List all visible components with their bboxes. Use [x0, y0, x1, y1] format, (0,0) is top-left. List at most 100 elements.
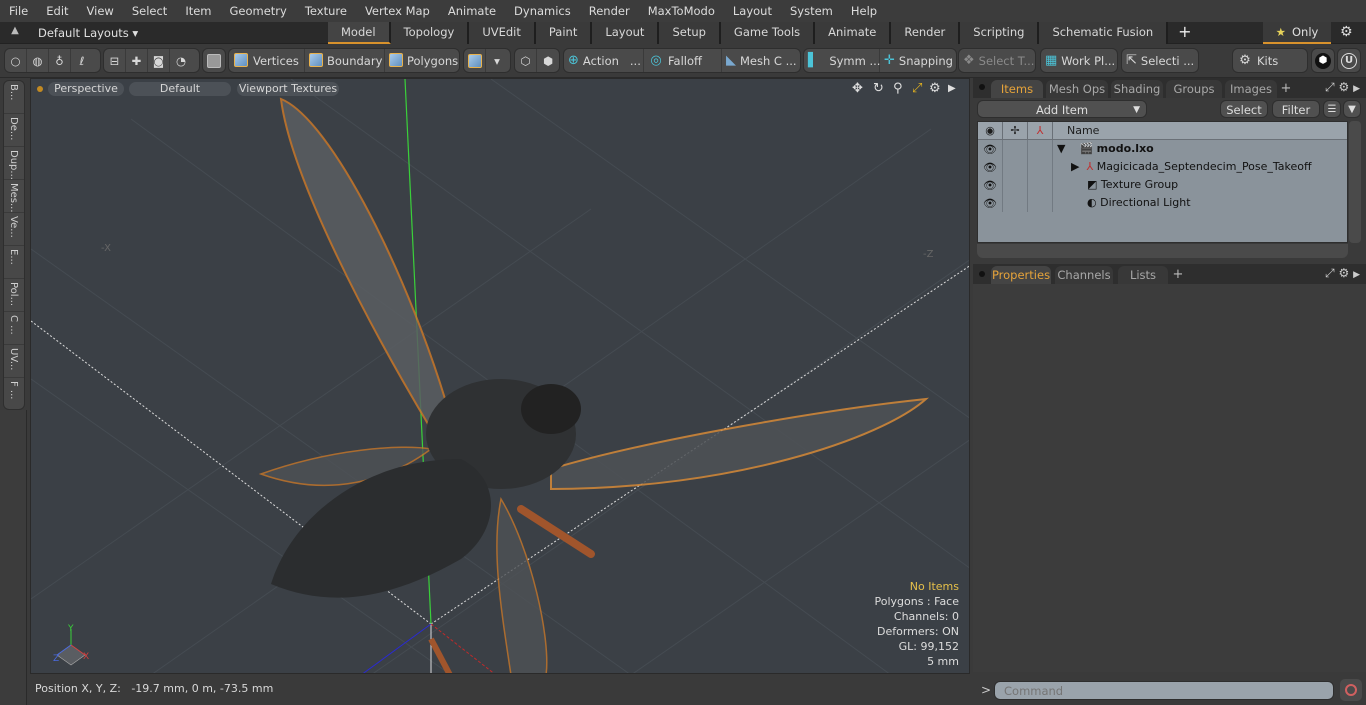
default-layouts-dropdown[interactable]: Default Layouts ▾ — [38, 22, 138, 44]
rotate-view-icon[interactable]: ↻ — [873, 81, 884, 96]
tab-render[interactable]: Render — [891, 22, 961, 44]
tab-uvedit[interactable]: UVEdit — [469, 22, 536, 44]
menu-file[interactable]: File — [0, 0, 37, 22]
panel-gear-icon[interactable]: ⚙ — [1338, 266, 1349, 280]
tab-schematic-fusion[interactable]: Schematic Fusion — [1039, 22, 1169, 44]
list-item[interactable]: 👁 ▶ ⅄ Magicicada_Septendecim_Pose_Takeof… — [978, 158, 1347, 176]
zoom-view-icon[interactable]: ⚲ — [893, 81, 903, 96]
sidetab-uv[interactable]: UV... — [4, 345, 24, 378]
chevron-down-icon[interactable]: ▾ — [486, 49, 508, 72]
move-tool-icon[interactable]: ✚ — [126, 49, 148, 72]
tab-images[interactable]: Images — [1225, 80, 1277, 98]
unreal-icon[interactable]: U — [1338, 49, 1360, 72]
falloff-button[interactable]: ◎ Falloff — [644, 49, 722, 72]
maximize-icon[interactable]: ⤢ — [912, 81, 922, 96]
tab-properties[interactable]: Properties — [991, 266, 1051, 284]
sidetab-edge[interactable]: E... — [4, 246, 24, 279]
shading-default-button[interactable]: Default — [129, 82, 231, 96]
3d-viewport[interactable]: -X -Z Y X Z Perspective Default Viewport… — [30, 78, 970, 674]
menu-view[interactable]: View — [78, 0, 123, 22]
sidetab-curve[interactable]: C ... — [4, 312, 24, 345]
panel-dot-icon[interactable] — [979, 271, 985, 277]
eye-icon[interactable]: 👁 — [978, 176, 1003, 194]
boundary-button[interactable]: Boundary — [305, 49, 385, 72]
expand-arrow-icon[interactable]: ▶ — [1071, 160, 1079, 173]
eye-icon[interactable]: 👁 — [978, 140, 1003, 158]
cube-kit-icon[interactable]: ⬢ — [1312, 49, 1334, 72]
material-mode-icon[interactable] — [464, 49, 486, 72]
list-options-icon[interactable]: ☰ — [1323, 100, 1341, 118]
menu-render[interactable]: Render — [580, 0, 639, 22]
eye-icon[interactable]: 👁 — [978, 194, 1003, 212]
pivot-center-icon[interactable]: ⬡ — [515, 49, 537, 72]
collapse-up-icon[interactable]: ▲ — [8, 25, 22, 39]
select-button[interactable]: Select — [1220, 100, 1268, 118]
tab-animate[interactable]: Animate — [815, 22, 892, 44]
filter-button[interactable]: Filter — [1272, 100, 1320, 118]
tab-setup[interactable]: Setup — [659, 22, 721, 44]
add-panel-tab-icon[interactable]: + — [1279, 80, 1293, 98]
tab-model[interactable]: Model — [328, 22, 391, 44]
tab-scripting[interactable]: Scripting — [960, 22, 1040, 44]
menu-edit[interactable]: Edit — [37, 0, 77, 22]
name-column-header[interactable]: Name — [1053, 122, 1099, 139]
selection-sets-button[interactable]: ⇱ Selecti ... — [1122, 49, 1198, 72]
menu-item[interactable]: Item — [176, 0, 220, 22]
type-column-icon[interactable]: ⅄ — [1028, 122, 1053, 139]
add-tab-icon[interactable]: + — [1168, 22, 1201, 44]
mesh-constraint-button[interactable]: ◣ Mesh C ... — [722, 49, 800, 72]
panel-dot-icon[interactable] — [979, 84, 985, 90]
expand-arrow-icon[interactable]: ▼ — [1057, 142, 1065, 155]
tab-items[interactable]: Items — [991, 80, 1043, 98]
sidetab-deform[interactable]: De... — [4, 114, 24, 147]
tab-topology[interactable]: Topology — [390, 22, 470, 44]
sidetab-duplicate[interactable]: Dup... — [4, 147, 24, 180]
visibility-column-icon[interactable]: ◉ — [978, 122, 1003, 139]
polygons-button[interactable]: Polygons — [385, 49, 459, 72]
sidetab-polygon[interactable]: Pol... — [4, 279, 24, 312]
item-mode-icon[interactable] — [203, 49, 225, 72]
menu-layout[interactable]: Layout — [724, 0, 781, 22]
perspective-button[interactable]: Perspective — [48, 82, 124, 96]
tab-game-tools[interactable]: Game Tools — [720, 22, 816, 44]
pen-tool-icon[interactable]: ♁ — [49, 49, 71, 72]
work-plane-button[interactable]: ▦ Work Pl... — [1041, 49, 1117, 72]
viewport-status-dot[interactable] — [37, 86, 43, 92]
align-tool-icon[interactable]: ⊟ — [104, 49, 126, 72]
tab-lists[interactable]: Lists — [1118, 266, 1168, 284]
menu-select[interactable]: Select — [123, 0, 176, 22]
pan-icon[interactable]: ✥ — [852, 81, 863, 96]
select-through-button[interactable]: ❖ Select T... — [959, 49, 1035, 72]
list-item[interactable]: 👁 ◐ Directional Light — [978, 194, 1347, 212]
panel-arrow-icon[interactable]: ▶ — [1353, 84, 1360, 94]
add-panel-tab-icon[interactable]: + — [1171, 266, 1185, 284]
sidetab-mesh-edit[interactable]: Mes... — [4, 180, 24, 213]
tab-paint[interactable]: Paint — [535, 22, 593, 44]
viewport-textures-button[interactable]: Viewport Textures — [237, 82, 339, 96]
menu-texture[interactable]: Texture — [296, 0, 356, 22]
menu-geometry[interactable]: Geometry — [221, 0, 296, 22]
eye-icon[interactable]: 👁 — [978, 158, 1003, 176]
tab-mesh-ops[interactable]: Mesh Ops — [1046, 80, 1108, 98]
sphere-tool-icon[interactable]: ◍ — [27, 49, 49, 72]
menu-dynamics[interactable]: Dynamics — [505, 0, 580, 22]
tab-layout[interactable]: Layout — [592, 22, 660, 44]
expand-icon[interactable]: ⤢ — [1325, 80, 1335, 94]
item-list-scrollbar[interactable] — [1349, 121, 1361, 243]
vertices-button[interactable]: Vertices — [229, 49, 305, 72]
circle-tool-icon[interactable]: ○ — [5, 49, 27, 72]
list-item[interactable]: 👁 ▼ 🎬 modo.lxo — [978, 140, 1347, 158]
snapping-button[interactable]: ✛ Snapping — [880, 49, 956, 72]
gear-icon[interactable]: ⚙ — [1340, 24, 1353, 40]
panel-gear-icon[interactable]: ⚙ — [1338, 80, 1349, 94]
menu-vertex-map[interactable]: Vertex Map — [356, 0, 439, 22]
menu-help[interactable]: Help — [842, 0, 886, 22]
rotate-tool-icon[interactable]: ◔ — [170, 49, 192, 72]
viewport-gear-icon[interactable]: ⚙ — [929, 81, 941, 96]
panel-arrow-icon[interactable]: ▶ — [1353, 270, 1360, 280]
item-list-hscroll[interactable] — [977, 244, 1348, 258]
symmetry-button[interactable]: ▌ Symm ... — [804, 49, 880, 72]
sidetab-vertex[interactable]: Ve... — [4, 213, 24, 246]
menu-system[interactable]: System — [781, 0, 842, 22]
action-button[interactable]: ⊕ Action ... — [564, 49, 644, 72]
